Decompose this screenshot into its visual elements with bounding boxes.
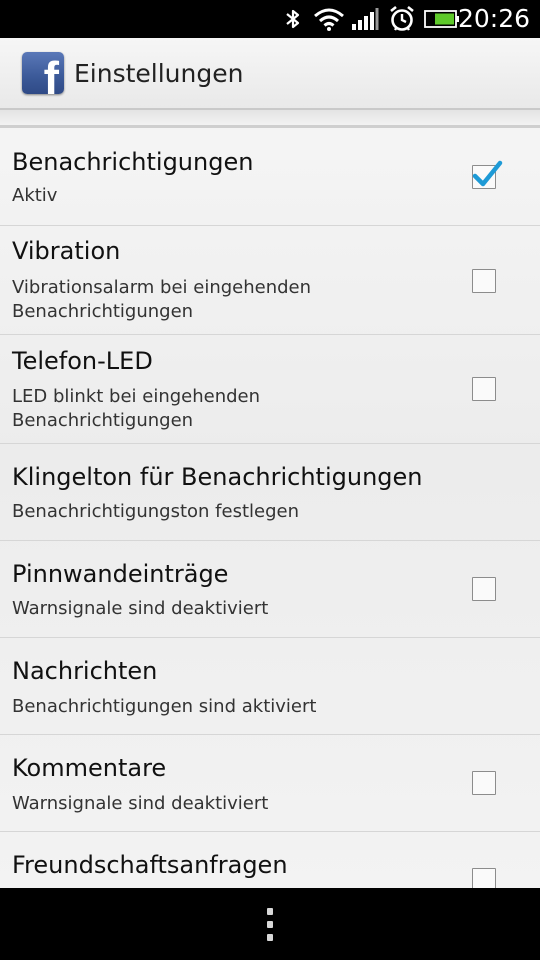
scroll-edge [0, 110, 540, 128]
signal-icon [350, 0, 380, 38]
setting-summary: LED blinkt bei eingehenden Benachrichtig… [12, 386, 261, 431]
notifications-checkbox[interactable] [472, 160, 503, 189]
setting-title: Vibration [12, 237, 121, 265]
setting-item-phone-led[interactable]: Telefon-LED LED blinkt bei eingehenden B… [0, 335, 540, 444]
setting-summary: Aktiv [12, 185, 58, 206]
bluetooth-icon [284, 0, 302, 38]
setting-item-vibration[interactable]: Vibration Vibrationsalarm bei eingehende… [0, 226, 540, 335]
setting-title: Benachrichtigungen [12, 148, 254, 176]
settings-list: Benachrichtigungen Aktiv Vibration Vibra… [0, 128, 540, 888]
setting-title: Freundschaftsanfragen [12, 851, 288, 879]
menu-dots-icon[interactable] [255, 902, 285, 946]
comments-checkbox[interactable] [472, 771, 496, 795]
setting-item-comments[interactable]: Kommentare Warnsignale sind deaktiviert [0, 735, 540, 832]
phone-led-checkbox[interactable] [472, 377, 496, 401]
wifi-icon [312, 0, 346, 38]
setting-summary: Warnsignale sind deaktiviert [12, 598, 269, 619]
checkmark-icon [472, 160, 503, 187]
status-time: 20:26 [457, 4, 530, 33]
setting-title: Nachrichten [12, 657, 158, 685]
settings-content[interactable]: Benachrichtigungen Aktiv Vibration Vibra… [0, 110, 540, 888]
facebook-logo-icon: f [22, 52, 64, 94]
app-header: f Einstellungen [0, 38, 540, 110]
nav-bar [0, 888, 540, 960]
setting-item-messages[interactable]: Nachrichten Benachrichtigungen sind akti… [0, 638, 540, 735]
setting-item-wall-posts[interactable]: Pinnwandeinträge Warnsignale sind deakti… [0, 541, 540, 638]
setting-summary: Warnsignale sind deaktiviert [12, 793, 269, 814]
status-bar: 20:26 [0, 0, 540, 38]
setting-item-notifications[interactable]: Benachrichtigungen Aktiv [0, 128, 540, 226]
setting-title: Pinnwandeinträge [12, 560, 229, 588]
setting-title: Kommentare [12, 754, 167, 782]
wall-posts-checkbox[interactable] [472, 577, 496, 601]
setting-summary: Benachrichtigungen sind aktiviert [12, 696, 317, 717]
battery-icon [424, 0, 460, 38]
setting-summary: Benachrichtigungston festlegen [12, 501, 300, 522]
setting-item-ringtone[interactable]: Klingelton für Benachrichtigungen Benach… [0, 444, 540, 541]
setting-item-friend-requests[interactable]: Freundschaftsanfragen [0, 832, 540, 888]
setting-summary: Vibrationsalarm bei eingehenden Benachri… [12, 277, 312, 322]
friend-requests-checkbox[interactable] [472, 868, 496, 888]
page-title: Einstellungen [74, 59, 244, 88]
alarm-icon [387, 0, 417, 38]
setting-title: Klingelton für Benachrichtigungen [12, 463, 423, 491]
vibration-checkbox[interactable] [472, 269, 496, 293]
setting-title: Telefon-LED [12, 347, 153, 375]
